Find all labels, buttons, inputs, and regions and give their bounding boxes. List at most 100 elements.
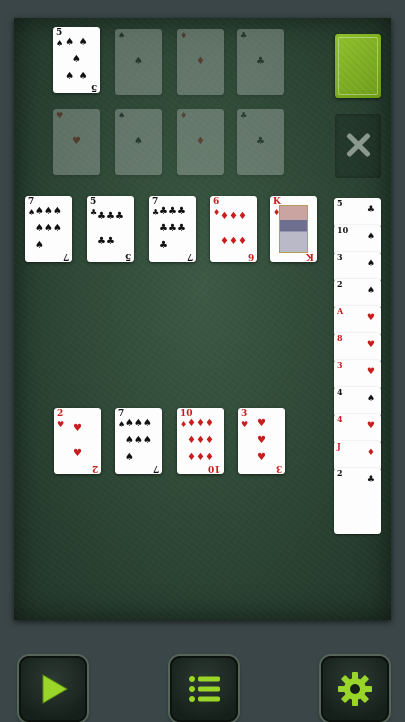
suit-pip: ♣	[168, 222, 177, 234]
card-rank: 8	[337, 333, 343, 343]
card-pips: ♦ ♦ ♦ ♦ ♦ ♦ ♦ ♦ ♦	[187, 416, 214, 466]
reserve-card[interactable]: 4 ♠	[334, 387, 381, 417]
suit-pip: ♣	[97, 210, 106, 222]
card-rank-inverted: 2	[91, 463, 98, 473]
reserve-card[interactable]: 2 ♠	[334, 279, 381, 309]
card-rank: 2	[337, 279, 343, 289]
settings-button[interactable]	[321, 656, 389, 722]
suit-pip: ♦	[220, 210, 229, 222]
card-rank-inverted: 7	[152, 463, 159, 473]
suit-pip: ♠	[366, 232, 375, 242]
suit-pip: ♦	[205, 451, 214, 463]
card-pips: ♠ ♠ ♠ ♠ ♠	[65, 37, 88, 82]
suit-pip: ♠	[134, 56, 143, 67]
card-pips: ♣ ♣ ♣ ♣ ♣	[97, 204, 124, 254]
stock-pile[interactable]	[335, 34, 381, 98]
foundation-slot[interactable]: ♣ ♣	[237, 109, 284, 175]
card-pips: ♠	[125, 37, 152, 87]
playing-card[interactable]: 7 ♠ ♠ ♠ ♠ ♠ ♠ ♠ ♠ 7	[25, 196, 72, 262]
suit-pip: ♠	[366, 259, 375, 269]
reserve-card[interactable]: 3 ♠	[334, 252, 381, 282]
playing-card[interactable]: 5 ♣ ♣ ♣ ♣ ♣ ♣ 5	[87, 196, 134, 262]
suit-pip: ♥	[257, 451, 266, 463]
playing-card[interactable]: 7 ♠ ♠ ♠ ♠ ♠ ♠ ♠ ♠ 7	[115, 408, 162, 474]
card-rank-inverted: 10	[208, 463, 221, 473]
suit-pip: ♦	[187, 418, 196, 430]
foundation-slot[interactable]: ♠ ♠	[115, 109, 162, 175]
foundation-slot[interactable]: ♦ ♦	[177, 29, 224, 95]
card-pips: ♠ ♠ ♠ ♠ ♠ ♠ ♠	[125, 416, 152, 466]
suit-pip: ♠	[125, 434, 134, 446]
suit-pip: ♠	[44, 206, 53, 218]
suit-pip: ♣	[159, 222, 168, 234]
foundation-top-card[interactable]: 5 ♠ ♠ ♠ ♠ ♠ ♠ 5	[53, 27, 100, 93]
play-button[interactable]	[19, 656, 87, 722]
card-rank-inverted: 6	[247, 251, 254, 261]
card-pips: ♦	[187, 37, 214, 87]
play-icon	[42, 674, 68, 704]
face-card-image	[279, 205, 308, 253]
suit-pip: ♣	[106, 235, 115, 247]
reserve-card[interactable]: 2 ♣	[334, 468, 381, 534]
card-rank: 5	[337, 198, 343, 208]
suit-pip: ♠	[125, 418, 134, 430]
reserve-card[interactable]: 3 ♥	[334, 360, 381, 390]
suit-pip: ♠	[35, 222, 44, 234]
playing-card[interactable]: K ♦ K	[270, 196, 317, 262]
suit-pip: ♦	[196, 56, 205, 67]
suit-pip: ♠	[143, 418, 152, 430]
suit-pip: ♦	[229, 210, 238, 222]
suit-pip: ♣	[366, 475, 375, 485]
card-pips: ♥ ♥ ♥	[248, 416, 275, 466]
suit-pip: ♥	[366, 421, 375, 431]
playing-card[interactable]: 10 ♦ ♦ ♦ ♦ ♦ ♦ ♦ ♦ ♦ ♦ 10	[177, 408, 224, 474]
suit-pip: ♦	[196, 434, 205, 446]
gear-icon	[338, 672, 372, 706]
card-rank-inverted: 5	[124, 251, 131, 261]
suit-pip: ♠	[125, 451, 134, 463]
card-rank: 3	[337, 252, 343, 262]
suit-pip: ♦	[196, 136, 205, 147]
playing-card[interactable]: 3 ♥ ♥ ♥ ♥ 3	[238, 408, 285, 474]
suit-pip: ♥	[366, 340, 375, 350]
foundation-slot[interactable]: ♦ ♦	[177, 109, 224, 175]
card-rank: J	[337, 441, 341, 451]
reserve-card[interactable]: 10 ♠	[334, 225, 381, 255]
close-icon	[345, 132, 371, 158]
suit-pip: ♥	[72, 136, 81, 147]
menu-button[interactable]	[170, 656, 238, 722]
card-pips: ♥ ♥	[64, 416, 91, 466]
foundation-slot[interactable]: ♠ ♠	[115, 29, 162, 95]
reserve-card[interactable]: 5 ♣	[334, 198, 381, 228]
suit-pip: ♦	[196, 418, 205, 430]
suit-pip: ♦	[366, 448, 375, 458]
foundation-slot[interactable]: ♥ ♥	[53, 109, 100, 175]
card-rank: 10	[337, 225, 349, 235]
card-pips: ♣ ♣ ♣ ♣ ♣ ♣ ♣	[159, 204, 186, 254]
card-pips: ♦ ♦ ♦ ♦ ♦ ♦	[220, 204, 247, 254]
menu-list-icon	[189, 676, 220, 702]
playing-card[interactable]: 7 ♣ ♣ ♣ ♣ ♣ ♣ ♣ ♣ 7	[149, 196, 196, 262]
card-pips: ♣	[247, 37, 274, 87]
playing-card[interactable]: 2 ♥ ♥ ♥ 2	[54, 408, 101, 474]
suit-pip: ♣	[256, 56, 265, 67]
playing-card[interactable]: 6 ♦ ♦ ♦ ♦ ♦ ♦ ♦ 6	[210, 196, 257, 262]
suit-pip: ♠	[35, 239, 44, 251]
reserve-column: 5 ♣ 10 ♠ 3 ♠ 2 ♠ A ♥ 8 ♥ 3 ♥ 4 ♠ 4 ♥ J ♦ 2 ♣	[334, 198, 382, 534]
reserve-card[interactable]: J ♦	[334, 441, 381, 471]
reserve-card[interactable]: 4 ♥	[334, 414, 381, 444]
suit-pip: ♠	[134, 434, 143, 446]
suit-pip: ♦	[187, 434, 196, 446]
suit-pip: ♦	[205, 434, 214, 446]
suit-pip: ♣	[106, 210, 115, 222]
reserve-card[interactable]: A ♥	[334, 306, 381, 336]
reserve-card[interactable]: 8 ♥	[334, 333, 381, 363]
suit-pip: ♠	[134, 136, 143, 147]
suit-pip: ♦	[238, 235, 247, 247]
suit-pip: ♣	[159, 206, 168, 218]
suit-pip: ♠	[53, 222, 62, 234]
suit-pip: ♠	[35, 206, 44, 218]
suit-pip: ♥	[73, 422, 82, 434]
foundation-slot[interactable]: ♣ ♣	[237, 29, 284, 95]
discard-slot[interactable]	[335, 114, 381, 178]
